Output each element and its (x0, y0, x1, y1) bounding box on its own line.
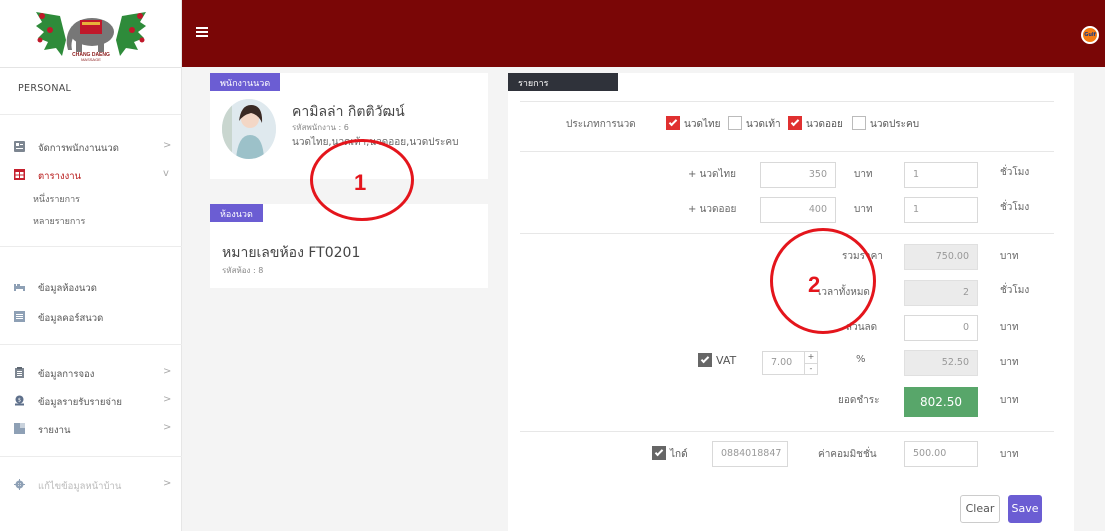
room-code: รหัสห้อง : 8 (222, 266, 264, 275)
hours-unit: ชั่วโมง (1000, 167, 1030, 178)
stepper-minus[interactable]: - (805, 363, 817, 374)
sidebar: CHANG DAENG MASSAGE PERSONAL จัดการพนักง… (0, 0, 182, 531)
chevron-right-icon: > (163, 394, 172, 405)
hours-unit: ชั่วโมง (1000, 285, 1030, 296)
line-thai-hours-input[interactable]: 1 (904, 162, 978, 188)
clipboard-icon (15, 367, 24, 378)
sidebar-item-rooms[interactable]: ข้อมูลห้องนวด (0, 276, 182, 298)
price-unit: บาท (1000, 357, 1019, 368)
checkbox-label: นวดไทย (684, 119, 721, 130)
sidebar-item-label: ข้อมูลคอร์สนวด (38, 313, 104, 324)
sidebar-subitem-multiple[interactable]: หลายรายการ (33, 214, 85, 228)
svg-text:$: $ (18, 398, 21, 404)
sidebar-item-reports[interactable]: รายงาน > (0, 418, 182, 440)
sidebar-item-label: ตารางงาน (38, 171, 82, 182)
vat-stepper[interactable]: + - (804, 351, 818, 375)
price-unit: บาท (1000, 395, 1019, 406)
sidebar-item-label: ข้อมูลห้องนวด (38, 283, 97, 294)
discount-input[interactable]: 0 (904, 315, 978, 341)
bed-icon (14, 284, 25, 291)
sidebar-item-bookings[interactable]: ข้อมูลการจอง > (0, 362, 182, 384)
sidebar-item-label: จัดการพนักงานนวด (38, 143, 119, 154)
money-icon: $ (15, 395, 24, 406)
annotation-number-2: 2 (808, 272, 821, 297)
sidebar-item-schedule[interactable]: ตารางงาน v (0, 164, 182, 186)
grand-total-field: 802.50 (904, 387, 978, 417)
checkbox-thai-massage[interactable] (666, 116, 680, 130)
hamburger-menu-icon[interactable] (196, 27, 208, 37)
line-thai-price-input[interactable]: 350 (760, 162, 836, 188)
staff-code: รหัสพนักงาน : 6 (292, 123, 349, 132)
topbar: Gulf (182, 0, 1105, 67)
sidebar-subitem-single[interactable]: หนึ่งรายการ (33, 192, 80, 206)
save-button[interactable]: Save (1008, 495, 1042, 523)
massage-type-label: ประเภทการนวด (566, 119, 636, 130)
chevron-right-icon: > (163, 366, 172, 377)
guide-phone-input[interactable]: 0884018847 (712, 441, 788, 467)
line-oil-label: + นวดออย (688, 204, 737, 215)
guide-checkbox[interactable] (652, 446, 666, 460)
room-number: หมายเลขห้อง FT0201 (222, 245, 361, 261)
logo-chang-daeng: CHANG DAENG MASSAGE (36, 12, 146, 62)
commission-label: ค่าคอมมิชชั่น (818, 449, 877, 460)
user-avatar[interactable]: Gulf (1081, 26, 1099, 44)
chevron-right-icon: > (163, 140, 172, 151)
vat-label: VAT (716, 354, 737, 367)
list-icon (14, 311, 25, 322)
id-card-icon (14, 141, 25, 152)
sidebar-item-label: ข้อมูลรายรับรายจ่าย (38, 397, 122, 408)
line-thai-label: + นวดไทย (688, 169, 736, 180)
chevron-down-icon: v (163, 168, 169, 179)
sidebar-item-label: ข้อมูลการจอง (38, 369, 95, 380)
checkbox-label: นวดเท้า (746, 119, 781, 130)
guide-label: ไกด์ (670, 449, 688, 460)
vat-rate-input[interactable]: 7.00 (762, 351, 806, 375)
vat-percent-sign: % (856, 354, 866, 365)
report-icon (14, 423, 25, 434)
checkbox-foot-massage[interactable] (728, 116, 742, 130)
detail-card-tab: รายการ (508, 73, 618, 91)
price-unit: บาท (854, 169, 873, 180)
vat-amount-field: 52.50 (904, 350, 978, 376)
line-oil-hours-input[interactable]: 1 (904, 197, 978, 223)
commission-input[interactable]: 500.00 (904, 441, 978, 467)
room-card-tab: ห้องนวด (210, 204, 263, 222)
sidebar-item-label: รายงาน (38, 425, 71, 436)
line-oil-price-input[interactable]: 400 (760, 197, 836, 223)
vat-checkbox[interactable] (698, 353, 712, 367)
sidebar-item-staff[interactable]: จัดการพนักงานนวด > (0, 136, 182, 158)
chevron-right-icon: > (163, 478, 172, 489)
staff-name: คามิลล่า กิตติวัฒน์ (292, 104, 405, 120)
checkbox-oil-massage[interactable] (788, 116, 802, 130)
hours-unit: ชั่วโมง (1000, 202, 1030, 213)
svg-text:MASSAGE: MASSAGE (81, 57, 101, 62)
price-unit: บาท (1000, 322, 1019, 333)
staff-avatar (222, 99, 276, 159)
sidebar-item-label: แก้ไขข้อมูลหน้าบ้าน (38, 481, 122, 492)
total-hours-field: 2 (904, 280, 978, 306)
price-unit: บาท (1000, 251, 1019, 262)
sidebar-item-finance[interactable]: $ ข้อมูลรายรับรายจ่าย > (0, 390, 182, 412)
sidebar-item-courses[interactable]: ข้อมูลคอร์สนวด (0, 306, 182, 328)
sidebar-item-frontend-settings[interactable]: แก้ไขข้อมูลหน้าบ้าน > (0, 474, 182, 496)
sidebar-section-personal: PERSONAL (18, 83, 72, 94)
checkbox-compress-massage[interactable] (852, 116, 866, 130)
annotation-number-1: 1 (354, 170, 367, 195)
calendar-table-icon (14, 169, 25, 180)
chevron-right-icon: > (163, 422, 172, 433)
price-unit: บาท (854, 204, 873, 215)
annotation-circle-2 (770, 228, 876, 334)
gear-icon (14, 479, 25, 490)
checkbox-label: นวดประคบ (870, 119, 920, 130)
staff-card-tab: พนักงานนวด (210, 73, 281, 91)
clear-button[interactable]: Clear (960, 495, 1000, 523)
stepper-plus[interactable]: + (805, 352, 817, 363)
total-price-field: 750.00 (904, 244, 978, 270)
grand-total-label: ยอดชำระ (838, 395, 880, 406)
price-unit: บาท (1000, 449, 1019, 460)
checkbox-label: นวดออย (806, 119, 843, 130)
